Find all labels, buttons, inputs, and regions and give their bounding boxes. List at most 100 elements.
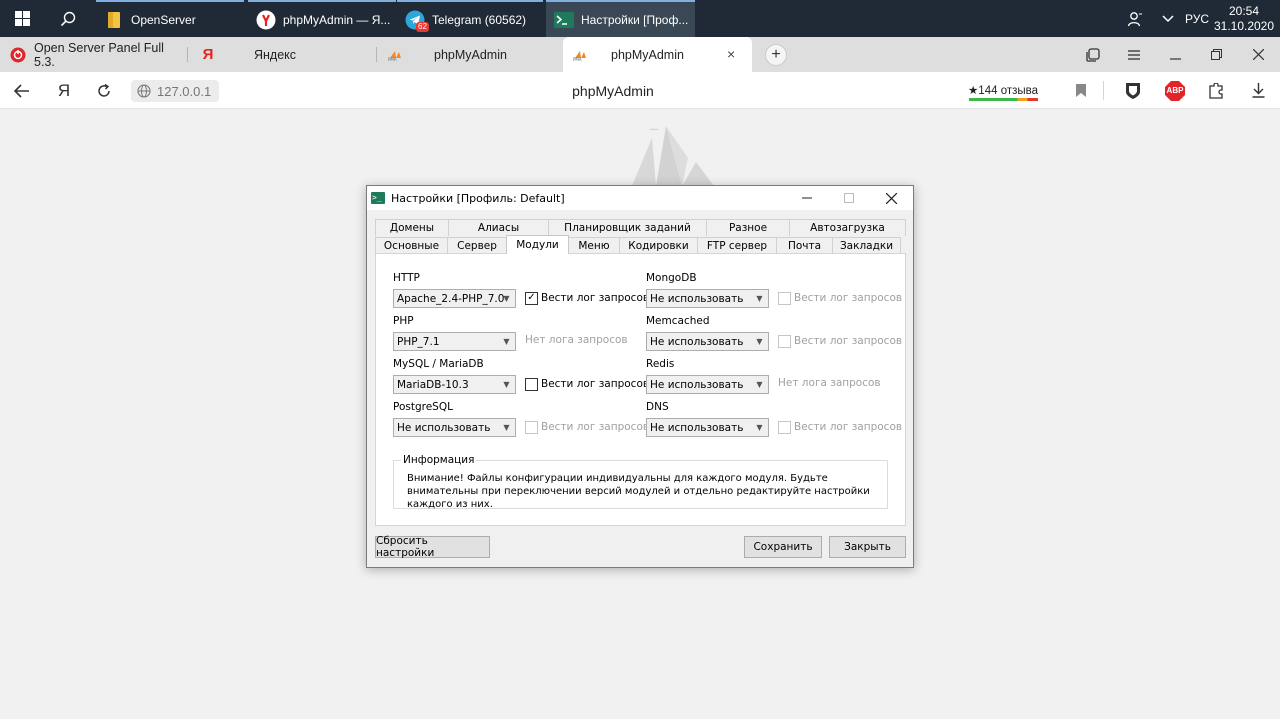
yandex-icon: Я bbox=[202, 46, 214, 63]
tab-modules[interactable]: Модули bbox=[506, 235, 569, 254]
postgresql-label: PostgreSQL bbox=[393, 401, 453, 413]
reload-button[interactable] bbox=[87, 72, 121, 109]
taskbar-app-label: Telegram (60562) bbox=[432, 12, 527, 27]
tab-menu[interactable]: Меню bbox=[568, 237, 620, 254]
tab-server[interactable]: Сервер bbox=[447, 237, 507, 254]
telegram-icon: 62 bbox=[405, 10, 429, 32]
save-button[interactable]: Сохранить bbox=[744, 536, 822, 558]
taskbar-app-settings[interactable]: Настройки [Проф... bbox=[546, 0, 695, 37]
adblock-extension-button[interactable]: ABP bbox=[1158, 72, 1192, 109]
taskbar-app-label: phpMyAdmin — Я... bbox=[283, 12, 391, 27]
postgresql-select-value: Не использовать bbox=[397, 421, 491, 434]
tab-misc[interactable]: Разное bbox=[706, 219, 790, 236]
back-button[interactable] bbox=[5, 72, 39, 109]
vpn-extension-button[interactable] bbox=[1199, 72, 1233, 109]
windows-logo-icon bbox=[14, 11, 30, 26]
mysql-label: MySQL / MariaDB bbox=[393, 358, 484, 370]
dialog-titlebar[interactable]: >_ Настройки [Профиль: Default] bbox=[367, 186, 913, 210]
tab-domains[interactable]: Домены bbox=[375, 219, 449, 236]
download-icon bbox=[1252, 83, 1264, 98]
chevron-down-icon: ▼ bbox=[756, 337, 763, 346]
mysql-select[interactable]: MariaDB-10.3 ▼ bbox=[393, 375, 516, 394]
tab-bookmarks[interactable]: Закладки bbox=[832, 237, 901, 254]
maximize-icon bbox=[844, 193, 854, 203]
tab-mail[interactable]: Почта bbox=[776, 237, 833, 254]
people-button[interactable] bbox=[1122, 0, 1148, 37]
taskbar-app-openserver[interactable]: OpenServer bbox=[96, 0, 244, 37]
yandex-home-button[interactable]: Я bbox=[47, 72, 81, 109]
browser-menu-button[interactable] bbox=[1114, 37, 1154, 72]
tab-encodings[interactable]: Кодировки bbox=[619, 237, 698, 254]
mysql-select-value: MariaDB-10.3 bbox=[397, 378, 469, 391]
protect-extension-button[interactable] bbox=[1116, 72, 1150, 109]
chevron-down-icon bbox=[1162, 14, 1174, 22]
start-button[interactable] bbox=[0, 0, 44, 37]
postgresql-select[interactable]: Не использовать ▼ bbox=[393, 418, 516, 437]
terminal-icon: >_ bbox=[371, 192, 385, 204]
taskbar-app-label: OpenServer bbox=[131, 12, 196, 27]
checkbox-label: Вести лог запросов bbox=[794, 421, 903, 433]
tab-ftp-server[interactable]: FTP сервер bbox=[697, 237, 777, 254]
tab-scheduler[interactable]: Планировщик заданий bbox=[548, 219, 707, 236]
chevron-down-icon: ▼ bbox=[756, 294, 763, 303]
postgresql-log-checkbox: Вести лог запросов bbox=[525, 420, 649, 434]
tabs-icon bbox=[1086, 47, 1100, 62]
close-window-button[interactable] bbox=[1238, 37, 1278, 72]
browser-tab-label: Open Server Panel Full 5.3. bbox=[34, 40, 164, 69]
php-select-value: PHP_7.1 bbox=[397, 335, 440, 348]
dialog-minimize-button[interactable] bbox=[785, 186, 829, 210]
settings-dialog: >_ Настройки [Профиль: Default] Домены А… bbox=[366, 185, 914, 568]
tab-general[interactable]: Основные bbox=[375, 237, 448, 254]
windows-taskbar: OpenServer phpMyAdmin — Я... 62 Telegram… bbox=[0, 0, 1280, 37]
dns-select-value: Не использовать bbox=[650, 421, 744, 434]
search-button[interactable] bbox=[48, 0, 88, 37]
dns-select[interactable]: Не использовать ▼ bbox=[646, 418, 769, 437]
tab-autostart[interactable]: Автозагрузка bbox=[789, 219, 906, 236]
http-select[interactable]: Apache_2.4-PHP_7.0- ▼ bbox=[393, 289, 516, 308]
checkbox-label: Вести лог запросов bbox=[541, 421, 650, 433]
redis-select-value: Не использовать bbox=[650, 378, 744, 391]
minimize-button[interactable] bbox=[1155, 37, 1195, 72]
close-button[interactable]: Закрыть bbox=[829, 536, 906, 558]
bookmark-button[interactable] bbox=[1064, 72, 1098, 109]
taskbar-app-browser[interactable]: phpMyAdmin — Я... bbox=[248, 0, 396, 37]
tab-manager-button[interactable] bbox=[1073, 37, 1113, 72]
mysql-log-checkbox[interactable]: Вести лог запросов bbox=[525, 377, 649, 391]
close-icon bbox=[885, 192, 897, 204]
http-log-checkbox[interactable]: ✓ Вести лог запросов bbox=[525, 291, 649, 305]
clock-date: 31.10.2020 bbox=[1213, 18, 1275, 33]
clock[interactable]: 20:54 31.10.2020 bbox=[1214, 0, 1274, 37]
reset-settings-button[interactable]: Сбросить настройки bbox=[375, 535, 490, 559]
taskbar-app-telegram[interactable]: 62 Telegram (60562) bbox=[397, 0, 543, 37]
close-tab-icon[interactable]: × bbox=[727, 46, 735, 62]
dialog-close-button[interactable] bbox=[869, 186, 913, 210]
tab-aliases[interactable]: Алиасы bbox=[448, 219, 549, 236]
mongodb-select-value: Не использовать bbox=[650, 292, 744, 305]
telegram-badge: 62 bbox=[416, 21, 429, 32]
browser-tab-phpmyadmin-active[interactable]: PMA phpMyAdmin × bbox=[563, 37, 752, 72]
url-field[interactable]: 127.0.0.1 bbox=[131, 80, 220, 102]
checkbox-label: Вести лог запросов bbox=[794, 335, 903, 347]
language-indicator[interactable]: РУС bbox=[1182, 0, 1212, 37]
http-label: HTTP bbox=[393, 272, 420, 284]
browser-tab-yandex[interactable]: Я Яндекс bbox=[190, 37, 370, 72]
php-select[interactable]: PHP_7.1 ▼ bbox=[393, 332, 516, 351]
phpmyadmin-logo bbox=[632, 126, 714, 186]
browser-tab-phpmyadmin[interactable]: PMA phpMyAdmin bbox=[378, 37, 562, 72]
tray-overflow-button[interactable] bbox=[1157, 0, 1179, 37]
downloads-button[interactable] bbox=[1241, 72, 1275, 109]
modules-panel: HTTP Apache_2.4-PHP_7.0- ▼ ✓ Вести лог з… bbox=[375, 253, 906, 526]
checkbox-label: Вести лог запросов bbox=[541, 292, 650, 304]
memcached-select[interactable]: Не использовать ▼ bbox=[646, 332, 769, 351]
svg-text:PMA: PMA bbox=[573, 57, 582, 61]
pma-icon: PMA bbox=[573, 47, 589, 63]
reviews-badge[interactable]: ★144 отзыва bbox=[968, 79, 1039, 101]
new-tab-button[interactable]: + bbox=[765, 44, 787, 66]
address-bar: Я 127.0.0.1 phpMyAdmin ★144 отзыва ABP bbox=[0, 72, 1280, 109]
restore-button[interactable] bbox=[1196, 37, 1236, 72]
mongodb-select[interactable]: Не использовать ▼ bbox=[646, 289, 769, 308]
redis-select[interactable]: Не использовать ▼ bbox=[646, 375, 769, 394]
browser-tab-openserver[interactable]: Open Server Panel Full 5.3. bbox=[0, 37, 186, 72]
close-icon bbox=[1252, 49, 1264, 60]
yandex-browser-icon bbox=[256, 10, 276, 30]
